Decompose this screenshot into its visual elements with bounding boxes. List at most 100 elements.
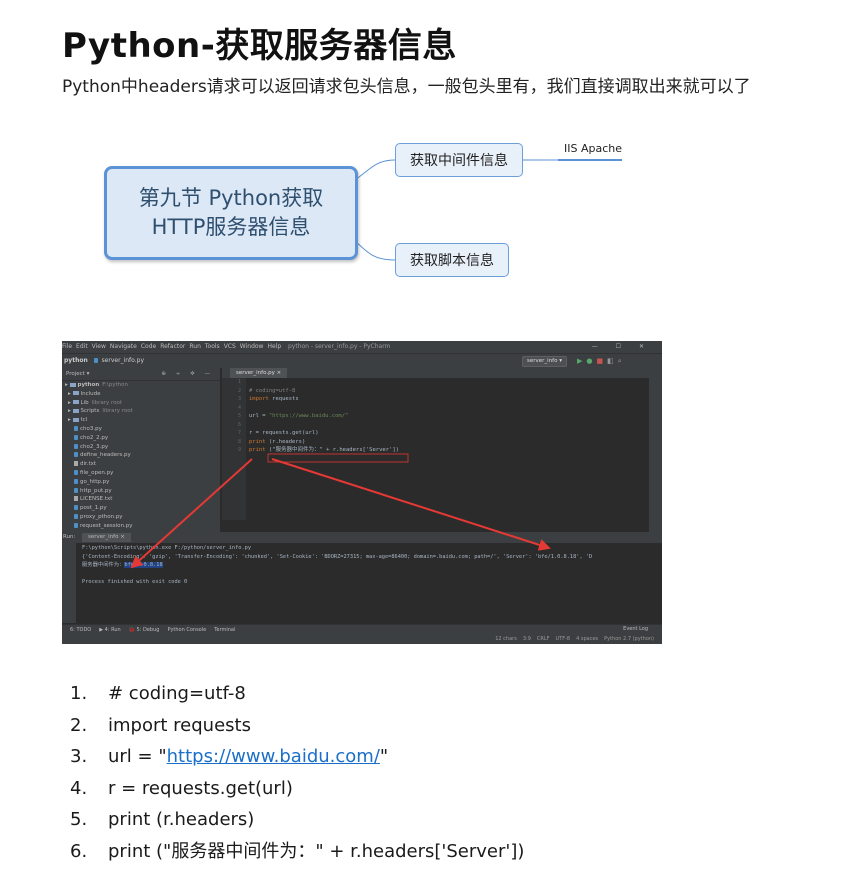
bottom-tab[interactable]: 🐞 5: Debug [129, 627, 160, 633]
tree-item-label: tcl [80, 417, 88, 424]
folder-icon [72, 400, 79, 405]
folder-icon [72, 391, 79, 396]
tree-item-label: define_headers.py [80, 452, 131, 459]
menu-item-refactor[interactable]: Refactor [160, 343, 185, 350]
line-number: 5 [237, 413, 241, 419]
intro-text: Python中headers请求可以返回请求包头信息，一般包头里有，我们直接调取… [62, 77, 751, 97]
tree-item-label: go_http.py [80, 478, 110, 485]
line-number: 1. [70, 683, 88, 704]
text-file-icon [74, 461, 78, 467]
menu-item-navigate[interactable]: Navigate [110, 343, 137, 350]
menu-item-tools[interactable]: Tools [205, 343, 220, 350]
folder-icon [69, 382, 76, 387]
line-number: 2. [70, 714, 88, 736]
line-number: 2 [237, 387, 241, 394]
tree-item[interactable]: cho2_2.py [62, 434, 220, 443]
run-icon: ▶ [577, 357, 587, 365]
tree-item[interactable]: go_http.py [62, 478, 220, 487]
tree-item[interactable]: http_put.py [62, 487, 220, 496]
run-panel-header: Run: server_info × [62, 532, 662, 543]
menu-item-view[interactable]: View [92, 343, 106, 350]
tree-item-label: cho2_3.py [80, 443, 109, 450]
code-text: import requests [108, 714, 251, 736]
tree-item[interactable]: ▸ Include [62, 390, 220, 399]
line-number: 4 [237, 404, 241, 411]
menu-item-code[interactable]: Code [141, 343, 156, 350]
baidu-link[interactable]: https://www.baidu.com/ [167, 746, 380, 767]
status-item: 4 spaces [576, 636, 599, 642]
tree-item[interactable]: request_session.py [62, 522, 220, 531]
code-text: # coding=utf-8 [108, 683, 246, 704]
tree-item-label: Scripts [80, 408, 100, 415]
code-listing-line: 1. # coding=utf-8 [70, 678, 524, 710]
menu-item-window[interactable]: Window [240, 343, 264, 350]
line-number-gutter: 1 2 3 4 5 6 7 8 9 [222, 378, 246, 520]
run-console: F:\python\Scripts\python.exe F:/python/s… [82, 544, 662, 624]
line-number: 6 [237, 421, 241, 428]
line-number: 6. [70, 840, 88, 862]
tree-item[interactable]: post_1.py [62, 504, 220, 513]
run-config-select: server_info ▾ [522, 356, 567, 367]
tree-item[interactable]: cho2_3.py [62, 443, 220, 452]
code-line-5: url = "https://www.baidu.com/" [249, 413, 349, 419]
code-editor: # coding=utf-8 import requests url = "ht… [249, 378, 649, 520]
code-listing: 1. # coding=utf-8 2. import requests 3. url =… [70, 678, 524, 867]
menu-item-file[interactable]: File [62, 343, 72, 350]
right-tool-strip [649, 368, 662, 532]
tree-item[interactable]: ▸ Scripts library root [62, 407, 220, 416]
code-text: " [379, 746, 389, 767]
code-line-8: print (r.headers) [249, 438, 306, 445]
tree-item[interactable]: proxy_pthon.py [62, 513, 220, 522]
central-topic-line1: 第九节 Python获取 [138, 186, 324, 210]
nav-file: server_info.py [101, 357, 145, 364]
tree-item[interactable]: ▸ Lib library root [62, 399, 220, 408]
tree-item-label: file_open.py [80, 469, 114, 476]
code-text: print (r.headers) [108, 809, 255, 830]
search-icon: ⌕ [617, 357, 626, 365]
run-toolbar: ▶●■◧⌕ [577, 354, 626, 368]
console-line-2: {'Content-Encoding': 'gzip', 'Transfer-E… [82, 553, 593, 560]
tree-item-label: dir.txt [80, 461, 97, 468]
menu-item-run[interactable]: Run [189, 343, 201, 350]
python-file-icon [74, 478, 78, 484]
bottom-tab[interactable]: Terminal [214, 627, 235, 633]
tree-item[interactable]: file_open.py [62, 469, 220, 478]
python-file-icon [74, 513, 78, 519]
menu-item-help[interactable]: Help [267, 343, 281, 350]
code-line-7: r = requests.get(url) [249, 430, 319, 436]
nav-project: python [64, 357, 88, 364]
code-listing-line: 2. import requests [70, 710, 524, 742]
project-panel-header: Project ▾ ⊕ ÷ ✲ — [62, 368, 220, 381]
tree-item-label: cho3.py [80, 425, 102, 432]
tree-item-label: request_session.py [80, 522, 133, 529]
tree-item[interactable]: define_headers.py [62, 451, 220, 460]
console-line-3: 服务器中间件为：bfe/1.0.8.18 [82, 562, 163, 569]
code-text: r = requests.get(url) [108, 777, 293, 799]
stop-icon: ■ [596, 357, 608, 365]
python-file-icon [74, 443, 78, 449]
tree-item[interactable]: ▸ tcl [62, 416, 220, 425]
menu-item-edit[interactable]: Edit [76, 343, 88, 350]
python-file-icon [74, 452, 78, 458]
bottom-tab[interactable]: 6: TODO [70, 627, 91, 633]
tree-item-label: Lib [80, 399, 89, 406]
status-item: CRLF [536, 636, 550, 642]
code-listing-line: 3. url = "https://www.baidu.com/" [70, 741, 524, 773]
project-label: Project ▾ [66, 371, 90, 377]
connector-script [351, 237, 396, 261]
tree-item[interactable]: dir.txt [62, 460, 220, 469]
tree-item[interactable]: cho3.py [62, 425, 220, 434]
tree-item-label: LICENSE.txt [80, 496, 113, 503]
tree-item[interactable]: LICENSE.txt [62, 495, 220, 504]
tree-item[interactable]: ▸ python F:\python [62, 381, 220, 390]
menu-item-vcs[interactable]: VCS [224, 343, 236, 350]
project-tree: ▸ python F:\python ▸ Include ▸ Lib library r… [62, 381, 220, 531]
bottom-tab[interactable]: ▶ 4: Run [99, 627, 120, 633]
run-label: Run: [63, 534, 76, 540]
menu-items: File Edit View Navigate Code Refactor Run Tools… [62, 343, 285, 350]
bottom-tab[interactable]: Python Console [167, 627, 206, 633]
text-file-icon [74, 496, 78, 502]
line-number: 1 [237, 379, 241, 385]
